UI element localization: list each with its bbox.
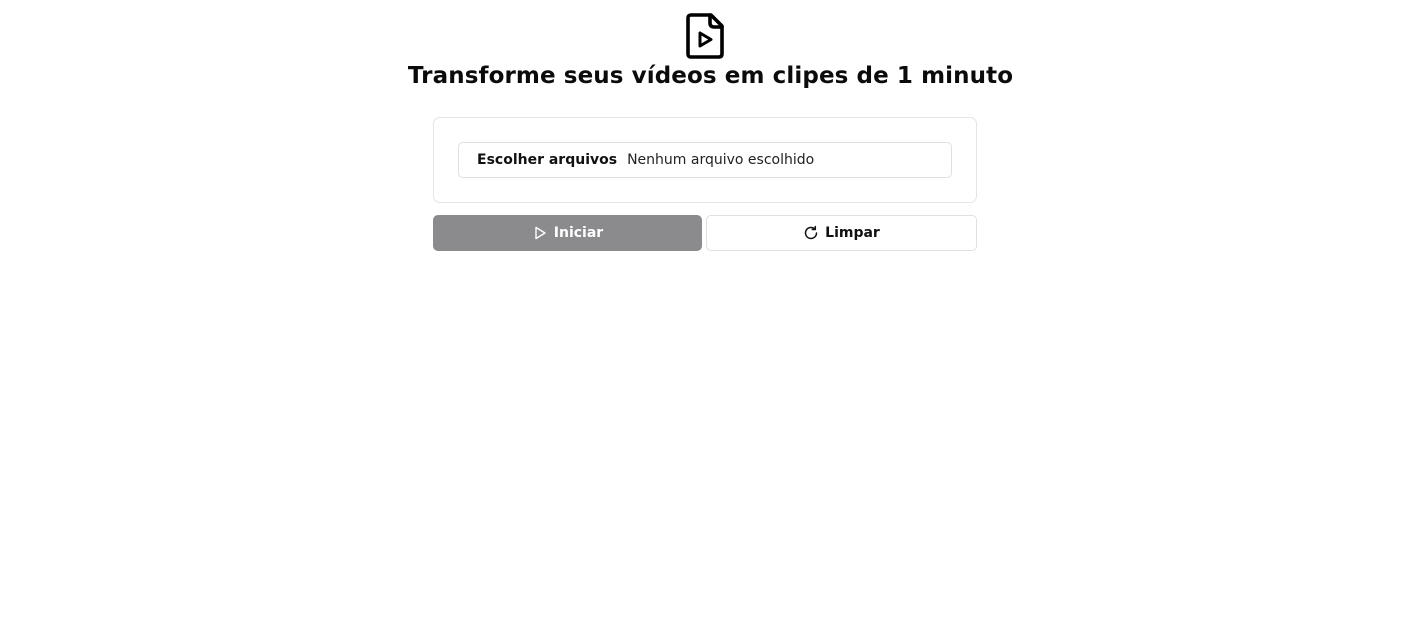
play-icon	[532, 225, 548, 241]
start-button-label: Iniciar	[553, 225, 604, 241]
file-input[interactable]: Escolher arquivos Nenhum arquivo escolhi…	[458, 142, 952, 178]
clear-button-label: Limpar	[825, 225, 880, 241]
page: Transforme seus vídeos em clipes de 1 mi…	[0, 0, 1421, 624]
page-title: Transforme seus vídeos em clipes de 1 mi…	[407, 63, 1014, 89]
upload-card: Escolher arquivos Nenhum arquivo escolhi…	[433, 117, 977, 203]
clear-button[interactable]: Limpar	[706, 215, 977, 251]
file-video-icon	[686, 13, 724, 59]
start-button[interactable]: Iniciar	[433, 215, 702, 251]
file-status-text: Nenhum arquivo escolhido	[627, 152, 815, 168]
refresh-icon	[803, 225, 819, 241]
choose-files-button[interactable]: Escolher arquivos	[477, 152, 617, 168]
